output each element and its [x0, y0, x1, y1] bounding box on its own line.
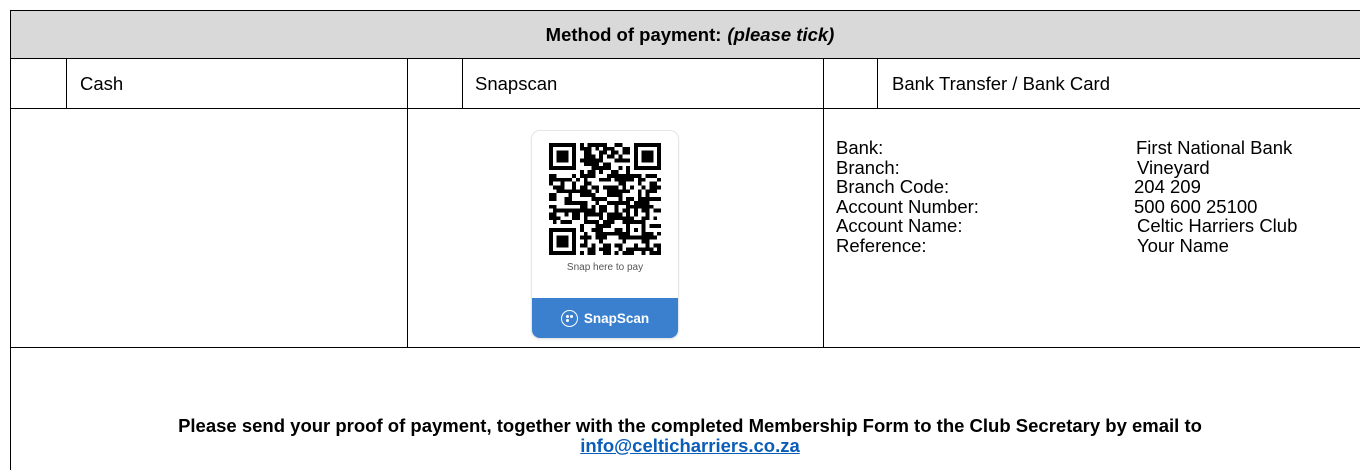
payment-table: Method of payment: (please tick) Cash Sn…: [10, 10, 1360, 470]
snapscan-tickbox-divider: [462, 58, 463, 109]
options-divider: [10, 108, 1360, 109]
proof-of-payment-instructions: Please send your proof of payment, toget…: [10, 416, 1360, 456]
secretary-email-link[interactable]: info@celticharriers.co.za: [580, 435, 800, 456]
option-cash-label: Cash: [80, 73, 124, 94]
option-snapscan-label: Snapscan: [475, 73, 558, 94]
bank-tickbox[interactable]: [824, 60, 877, 108]
bank-detail-label: Account Name:: [836, 215, 963, 236]
snapscan-qr-card[interactable]: Snap here to pay SnapScan: [532, 131, 678, 338]
bank-detail-value: 204 209: [1134, 176, 1201, 197]
snap-here-caption: Snap here to pay: [566, 262, 644, 273]
bank-detail-value: Your Name: [1137, 234, 1229, 256]
payment-method-heading: Method of payment: (please tick): [10, 10, 1360, 59]
table-border-top: [10, 10, 1360, 11]
cash-tickbox[interactable]: [11, 60, 66, 108]
header-divider: [10, 58, 1360, 59]
qr-code-icon: [549, 143, 661, 255]
snapscan-tickbox[interactable]: [408, 60, 462, 108]
instructions-text: Please send your proof of payment, toget…: [178, 415, 1202, 436]
cash-tickbox-divider: [66, 58, 67, 109]
bank-detail-value: Celtic Harriers Club: [1137, 215, 1298, 236]
bank-tickbox-divider: [877, 58, 878, 109]
bank-detail-label: Branch Code:: [836, 176, 950, 197]
bank-detail-value: Vineyard: [1137, 156, 1210, 178]
details-divider: [10, 347, 1360, 348]
bank-detail-value: First National Bank: [1136, 137, 1293, 158]
snapscan-brand-name: SnapScan: [583, 310, 650, 326]
snapscan-logo-icon: [560, 309, 578, 327]
heading-note: (please tick): [727, 23, 835, 45]
bank-detail-value: 500 600 25100: [1134, 195, 1258, 217]
bank-detail-label: Branch:: [836, 156, 900, 178]
bank-detail-label: Reference:: [836, 234, 927, 256]
bank-detail-label: Account Number:: [836, 195, 979, 217]
option-bank-label: Bank Transfer / Bank Card: [892, 73, 1110, 94]
heading-title: Method of payment:: [545, 23, 722, 45]
bank-detail-label: Bank:: [836, 137, 884, 158]
snapscan-brand-bar: SnapScan: [532, 298, 678, 338]
